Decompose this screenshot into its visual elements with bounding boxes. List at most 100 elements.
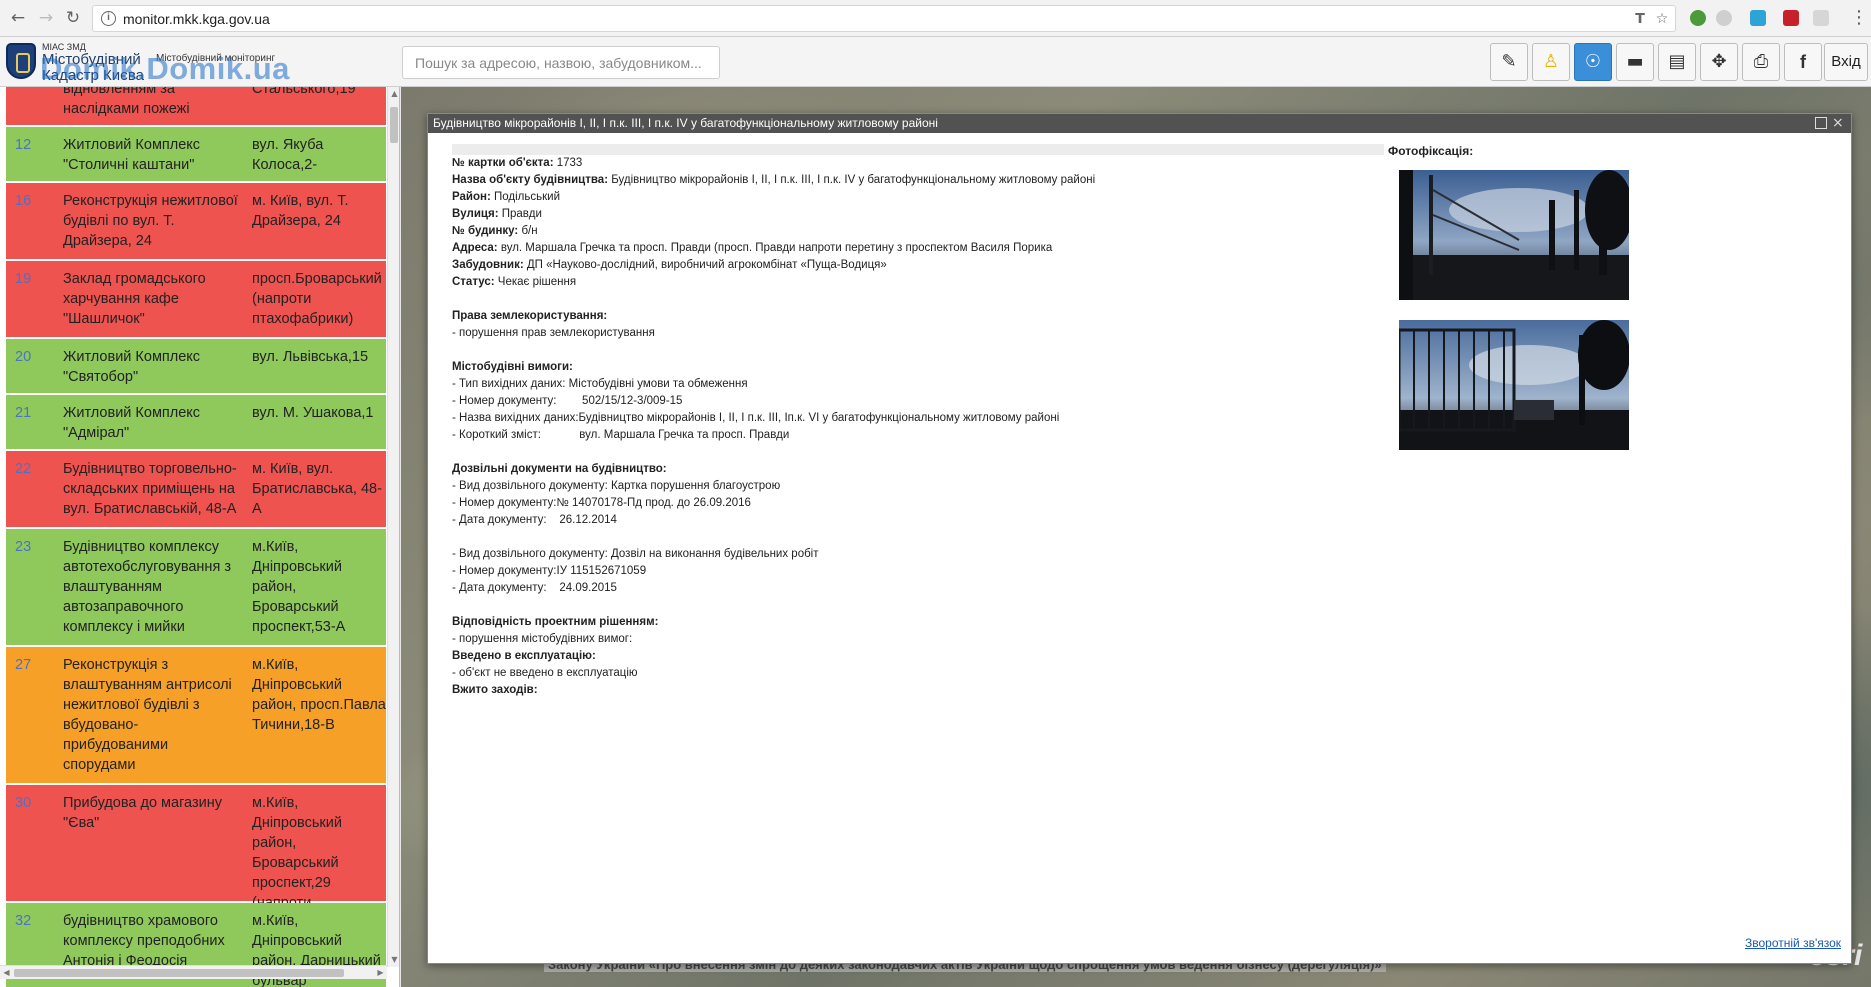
- list-item-name: відновленням за наслідками пожежі: [63, 87, 190, 117]
- list-item[interactable]: відновленням за наслідками пожежі Стальсь…: [6, 87, 386, 127]
- browser-toolbar: ← → ↻ i monitor.mkk.kga.gov.ua 𝗧 ☆ ⋮: [0, 0, 1871, 37]
- developer: ДП «Науково-дослідний, виробничий агроко…: [526, 259, 887, 271]
- requirement-line: - Тип вихідних даних: Містобудівні умови…: [452, 378, 748, 390]
- permit-line: - Дата документу: 26.12.2014: [452, 514, 617, 526]
- facebook-icon[interactable]: f: [1784, 43, 1822, 81]
- list-item[interactable]: 20 Житловий Комплекс "Святобор" вул. Львів…: [6, 339, 386, 395]
- street: Правди: [501, 208, 542, 220]
- permit-line: - Вид дозвільного документу: Картка пору…: [452, 480, 781, 492]
- kyiv-seal-icon[interactable]: [6, 43, 36, 79]
- extension-light-icon[interactable]: [1813, 10, 1829, 26]
- list-item-address: вул. М. Ушакова,1: [252, 405, 374, 421]
- print-icon[interactable]: ⎙: [1742, 43, 1780, 81]
- back-arrow-icon[interactable]: ←: [8, 8, 28, 28]
- list-item[interactable]: 30 Прибудова до магазину "Єва" м.Київ, Дні…: [6, 785, 386, 971]
- list-item[interactable]: 12 Житловий Комплекс "Столичні каштани" ву…: [6, 127, 386, 183]
- info-icon[interactable]: i: [101, 11, 116, 26]
- land-rights-title: Права землекористування:: [452, 310, 608, 322]
- measures-title: Вжито заходів:: [452, 684, 538, 696]
- list-item[interactable]: 19 Заклад громадського харчування кафе "Ш…: [6, 261, 386, 339]
- list-item-name: Житловий Комплекс "Столичні каштани": [63, 137, 201, 173]
- requirement-line: - Назва вихідних даних:Будівництво мікро…: [452, 412, 1060, 424]
- dialog-titlebar: Будівництво мікрорайонів І, ІІ, І п.к. І…: [428, 114, 1851, 133]
- scroll-down-icon[interactable]: ▼: [388, 953, 399, 966]
- list-item-number: 27: [15, 657, 32, 673]
- list-item-address: Стальського,19: [252, 87, 356, 97]
- scroll-left-icon[interactable]: ◀: [0, 966, 13, 980]
- house-number: б/н: [521, 225, 538, 237]
- object-list: відновленням за наслідками пожежі Стальсь…: [6, 87, 386, 987]
- district: Подільський: [494, 191, 560, 203]
- status: Чекає рішення: [497, 276, 577, 288]
- permit-line: - Вид дозвільного документу: Дозвіл на в…: [452, 548, 819, 560]
- extension-green-icon[interactable]: [1690, 10, 1706, 26]
- reload-icon[interactable]: ↻: [63, 8, 83, 28]
- person-icon[interactable]: ♙: [1532, 43, 1570, 81]
- login-button[interactable]: Вхід: [1824, 43, 1868, 81]
- compass-icon[interactable]: ☉: [1574, 43, 1612, 81]
- forward-arrow-icon[interactable]: →: [36, 8, 56, 28]
- permit-line: - Номер документу:ІУ 115152671059: [452, 565, 647, 577]
- list-item-name: Будівництво торговельно-складських примі…: [63, 461, 237, 517]
- card-info: № картки об'єкта: 1733 Назва об'єкту буд…: [452, 157, 1096, 696]
- horizontal-scrollbar[interactable]: ◀ ▶: [0, 965, 387, 979]
- list-item-number: 23: [15, 539, 32, 555]
- translate-icon[interactable]: 𝗧: [1631, 10, 1649, 28]
- land-rights-item: - порушення прав землекористування: [452, 327, 655, 339]
- extension-gray-icon[interactable]: [1716, 10, 1732, 26]
- list-item[interactable]: 23 Будівництво комплексу автотехобслугову…: [6, 529, 386, 647]
- list-item-address: вул. Якуба Колоса,2-: [252, 137, 324, 173]
- scroll-thumb[interactable]: [390, 107, 398, 143]
- list-item-name: Житловий Комплекс "Адмірал": [63, 405, 201, 441]
- url-text[interactable]: monitor.mkk.kga.gov.ua: [123, 11, 270, 27]
- list-item[interactable]: 21 Житловий Комплекс "Адмірал" вул. М. Уша…: [6, 395, 386, 451]
- list-item-number: 21: [15, 405, 32, 421]
- search-input[interactable]: Пошук за адресою, назвою, забудовником..…: [402, 46, 720, 79]
- move-icon[interactable]: ✥: [1700, 43, 1738, 81]
- close-icon[interactable]: ×: [1832, 114, 1844, 133]
- list-item-address: просп.Броварський (напроти птахофабрики): [252, 271, 382, 327]
- extension-blue-icon[interactable]: [1750, 10, 1766, 26]
- list-item-address: м.Київ, Дніпровський район, просп.Павла …: [252, 657, 386, 733]
- list-item-number: 16: [15, 193, 32, 209]
- address: вул. Маршала Гречка та просп. Правди (пр…: [500, 242, 1053, 254]
- site-photo[interactable]: [1399, 170, 1629, 300]
- vertical-scrollbar[interactable]: ▲ ▼: [387, 87, 399, 967]
- site-photo[interactable]: [1399, 320, 1629, 450]
- address-bar[interactable]: i monitor.mkk.kga.gov.ua 𝗧 ☆: [92, 5, 1676, 32]
- edit-icon[interactable]: ✎: [1490, 43, 1528, 81]
- feedback-link[interactable]: Зворотній зв'язок: [1745, 936, 1841, 950]
- requirement-line: - Короткий зміст: вул. Маршала Гречка та…: [452, 429, 790, 441]
- layers-icon[interactable]: ▤: [1658, 43, 1696, 81]
- maximize-icon[interactable]: [1815, 117, 1827, 129]
- list-item-name: Реконструкція нежитлової будівлі по вул.…: [63, 193, 238, 249]
- scroll-up-icon[interactable]: ▲: [388, 87, 399, 100]
- object-name: Будівництво мікрорайонів І, ІІ, І п.к. І…: [611, 174, 1096, 186]
- list-item[interactable]: 16 Реконструкція нежитлової будівлі по ву…: [6, 183, 386, 261]
- list-item-number: 32: [15, 913, 32, 929]
- list-item-number: 22: [15, 461, 32, 477]
- list-item-name: Заклад громадського харчування кафе "Шаш…: [63, 271, 206, 327]
- star-icon[interactable]: ☆: [1653, 10, 1671, 28]
- list-item-address: м. Київ, вул. Братиславська, 48-А: [252, 461, 382, 517]
- card-number: 1733: [556, 157, 583, 169]
- list-item-name: Реконструкція з влаштуванням антрисолі н…: [63, 657, 232, 773]
- list-item-address: м. Київ, вул. Т. Драйзера, 24: [252, 193, 349, 229]
- extension-red-icon[interactable]: [1783, 10, 1799, 26]
- compliance-item: - порушення містобудівних вимог:: [452, 633, 633, 645]
- card-header-bar: [452, 144, 1384, 155]
- hscroll-thumb[interactable]: [14, 969, 344, 977]
- scroll-right-icon[interactable]: ▶: [374, 966, 387, 980]
- permit-line: - Номер документу:№ 14070178-Пд прод. до…: [452, 497, 751, 509]
- object-card-dialog: Будівництво мікрорайонів І, ІІ, І п.к. І…: [427, 113, 1852, 964]
- list-item[interactable]: 27 Реконструкція з влаштуванням антрисолі…: [6, 647, 386, 785]
- exploitation-item: - об'єкт не введено в експлуатацію: [452, 667, 638, 679]
- list-item-name: Будівництво комплексу автотехобслуговува…: [63, 539, 231, 635]
- permits-title: Дозвільні документи на будівництво:: [452, 463, 667, 475]
- list-item[interactable]: 22 Будівництво торговельно-складських при…: [6, 451, 386, 529]
- menu-dots-icon[interactable]: ⋮: [1850, 7, 1868, 28]
- compliance-title: Відповідність проектним рішенням:: [452, 616, 659, 628]
- exploitation-title: Введено в експлуатацію:: [452, 650, 596, 662]
- list-item-name: Прибудова до магазину "Єва": [63, 795, 222, 831]
- ruler-icon[interactable]: ▬: [1616, 43, 1654, 81]
